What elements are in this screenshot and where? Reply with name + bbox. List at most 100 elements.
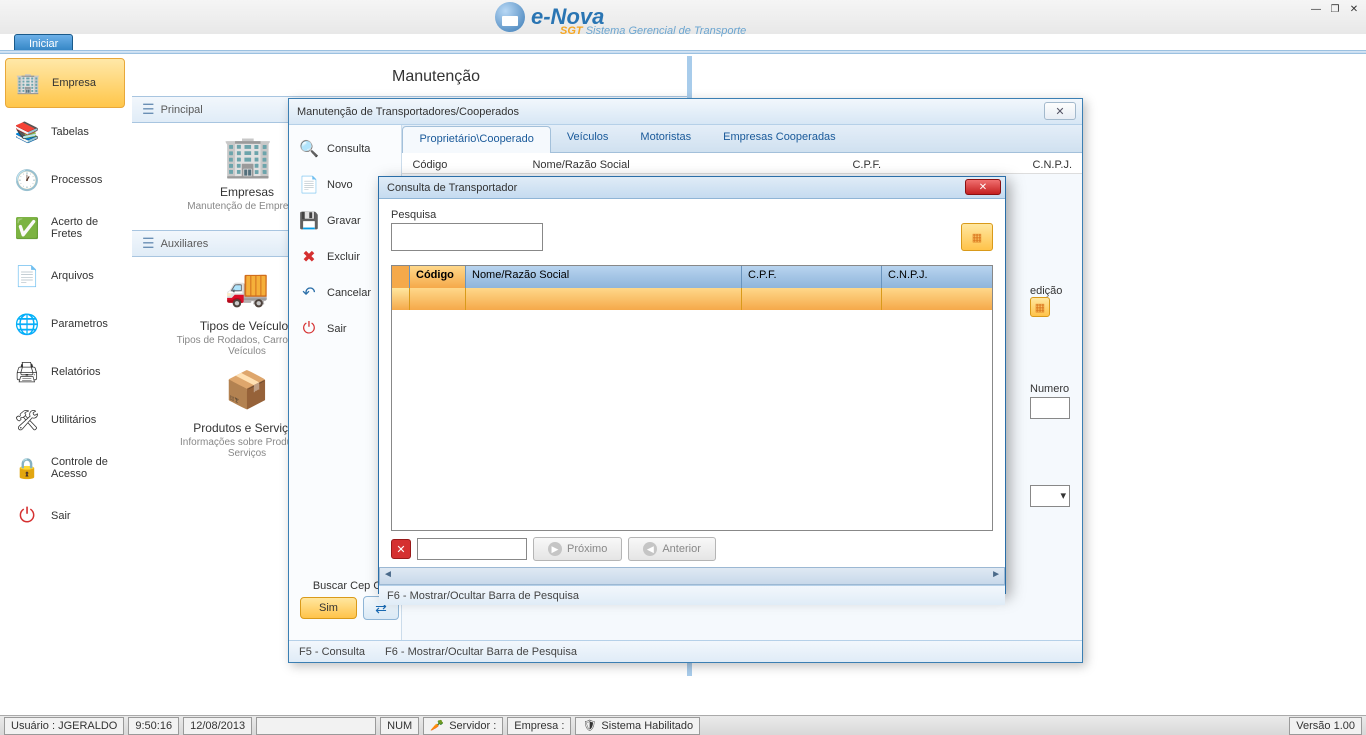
expedicao-button[interactable] xyxy=(1030,297,1050,317)
sidebar-label: Tabelas xyxy=(51,126,89,138)
col-nome[interactable]: Nome/Razão Social xyxy=(466,266,742,288)
bars-icon: ☰ xyxy=(142,235,153,252)
sidebar-item-sair[interactable]: Sair xyxy=(5,492,125,540)
box-icon xyxy=(223,369,271,417)
table-icon xyxy=(1035,301,1045,314)
sidebar-label: Parametros xyxy=(51,318,108,330)
col-codigo[interactable]: Código xyxy=(410,266,466,288)
sidebar-label: Utilitários xyxy=(51,414,96,426)
undo-icon xyxy=(299,283,319,303)
results-grid: Código Nome/Razão Social C.P.F. C.N.P.J. xyxy=(391,265,993,531)
status-sistema: 🛡Sistema Habilitado xyxy=(575,717,700,735)
status-blank xyxy=(256,717,376,735)
dialog2-close-button[interactable]: ✕ xyxy=(965,179,1001,195)
exit-icon xyxy=(299,319,319,339)
table-icon xyxy=(972,231,982,244)
new-icon xyxy=(299,175,319,195)
status-time: 9:50:16 xyxy=(128,717,179,735)
sidebar-label: Acerto de Fretes xyxy=(51,216,117,240)
truck-icon xyxy=(223,267,271,315)
sidebar-item-tabelas[interactable]: Tabelas xyxy=(5,108,125,156)
logo-subtitle: SGT Sistema Gerencial de Transporte xyxy=(560,25,746,37)
delete-icon xyxy=(299,247,319,267)
sidebar-item-arquivos[interactable]: Arquivos xyxy=(5,252,125,300)
sidebar-label: Empresa xyxy=(52,77,96,89)
status-empresa: Empresa : xyxy=(507,717,571,735)
horizontal-scrollbar[interactable] xyxy=(379,567,1005,585)
server-icon: 🥕 xyxy=(430,719,444,733)
status-version: Versão 1.00 xyxy=(1289,717,1362,735)
pagination-bar: ✕ ▶Próximo ◀Anterior xyxy=(391,531,993,567)
table-row[interactable] xyxy=(392,288,992,310)
sidebar-label: Arquivos xyxy=(51,270,94,282)
ribbon-strip xyxy=(0,50,1366,54)
tool-icon xyxy=(13,406,41,434)
page-input[interactable] xyxy=(417,538,527,560)
sim-button[interactable]: Sim xyxy=(300,597,357,619)
sidebar-label: Relatórios xyxy=(51,366,101,378)
sidebar-item-acerto[interactable]: Acerto de Fretes xyxy=(5,204,125,252)
save-icon xyxy=(299,211,319,231)
company-large-icon xyxy=(223,133,271,181)
pesquisa-input[interactable] xyxy=(391,223,543,251)
dialog-close-button[interactable]: ✕ xyxy=(1044,102,1076,120)
bars-icon: ☰ xyxy=(142,101,153,118)
content-title: Manutenção xyxy=(132,56,687,90)
status-num: NUM xyxy=(380,717,419,735)
app-statusbar: Usuário : JGERALDO 9:50:16 12/08/2013 NU… xyxy=(0,715,1366,735)
clear-button[interactable]: ✕ xyxy=(391,539,411,559)
dialog-title: Manutenção de Transportadores/Cooperados… xyxy=(289,99,1082,125)
next-button[interactable]: ▶Próximo xyxy=(533,537,622,561)
clock-icon xyxy=(13,166,41,194)
sidebar-label: Sair xyxy=(51,510,71,522)
next-icon: ▶ xyxy=(548,542,562,556)
company-icon xyxy=(14,69,42,97)
restore-button[interactable]: ❐ xyxy=(1327,2,1343,16)
sidebar-item-controle[interactable]: Controle de Acesso xyxy=(5,444,125,492)
shield-icon: 🛡 xyxy=(582,719,596,733)
tab-veiculos[interactable]: Veículos xyxy=(551,125,625,152)
numero-input[interactable] xyxy=(1030,397,1070,419)
sidebar-label: Controle de Acesso xyxy=(51,456,117,480)
app-titlebar: e-Nova SGT Sistema Gerencial de Transpor… xyxy=(0,0,1366,34)
window-controls: — ❐ ✕ xyxy=(1308,2,1362,16)
tab-motoristas[interactable]: Motoristas xyxy=(624,125,707,152)
pesquisa-label: Pesquisa xyxy=(391,209,957,221)
check-icon xyxy=(13,214,41,242)
grid-header: Código Nome/Razão Social C.P.F. C.N.P.J. xyxy=(392,266,992,288)
books-icon xyxy=(13,118,41,146)
dialog-statusbar: F5 - Consulta F6 - Mostrar/Ocultar Barra… xyxy=(289,640,1082,662)
sidebar-item-relatorios[interactable]: Relatórios xyxy=(5,348,125,396)
search-button[interactable] xyxy=(961,223,993,251)
status-date: 12/08/2013 xyxy=(183,717,252,735)
prev-button[interactable]: ◀Anterior xyxy=(628,537,716,561)
power-icon xyxy=(13,502,41,530)
sidebar-item-utilitarios[interactable]: Utilitários xyxy=(5,396,125,444)
close-button[interactable]: ✕ xyxy=(1346,2,1362,16)
col-selector[interactable] xyxy=(392,266,410,288)
col-cpf[interactable]: C.P.F. xyxy=(742,266,882,288)
sidebar-item-processos[interactable]: Processos xyxy=(5,156,125,204)
main-sidebar: Empresa Tabelas Processos Acerto de Fret… xyxy=(5,58,125,540)
field-numero: Numero xyxy=(1030,383,1070,419)
field-expedicao: edição xyxy=(1030,285,1070,317)
action-consulta[interactable]: Consulta xyxy=(289,131,401,167)
logo-icon xyxy=(495,2,525,32)
field-dropdown xyxy=(1030,485,1070,507)
sidebar-label: Processos xyxy=(51,174,102,186)
dropdown[interactable] xyxy=(1030,485,1070,507)
col-cnpj[interactable]: C.N.P.J. xyxy=(882,266,992,288)
status-user: Usuário : JGERALDO xyxy=(4,717,124,735)
sidebar-item-parametros[interactable]: Parametros xyxy=(5,300,125,348)
tab-empresas-cooperadas[interactable]: Empresas Cooperadas xyxy=(707,125,852,152)
printer-icon xyxy=(13,358,41,386)
dialog2-statusbar: F6 - Mostrar/Ocultar Barra de Pesquisa xyxy=(379,585,1005,605)
right-fields: edição Numero xyxy=(1030,285,1070,507)
lock-icon xyxy=(13,454,41,482)
dialog2-title: Consulta de Transportador ✕ xyxy=(379,177,1005,199)
tab-proprietario[interactable]: Proprietário\Cooperado xyxy=(402,126,550,153)
minimize-button[interactable]: — xyxy=(1308,2,1324,16)
tabs: Proprietário\Cooperado Veículos Motorist… xyxy=(402,125,1082,153)
search-icon xyxy=(299,139,319,159)
sidebar-item-empresa[interactable]: Empresa xyxy=(5,58,125,108)
